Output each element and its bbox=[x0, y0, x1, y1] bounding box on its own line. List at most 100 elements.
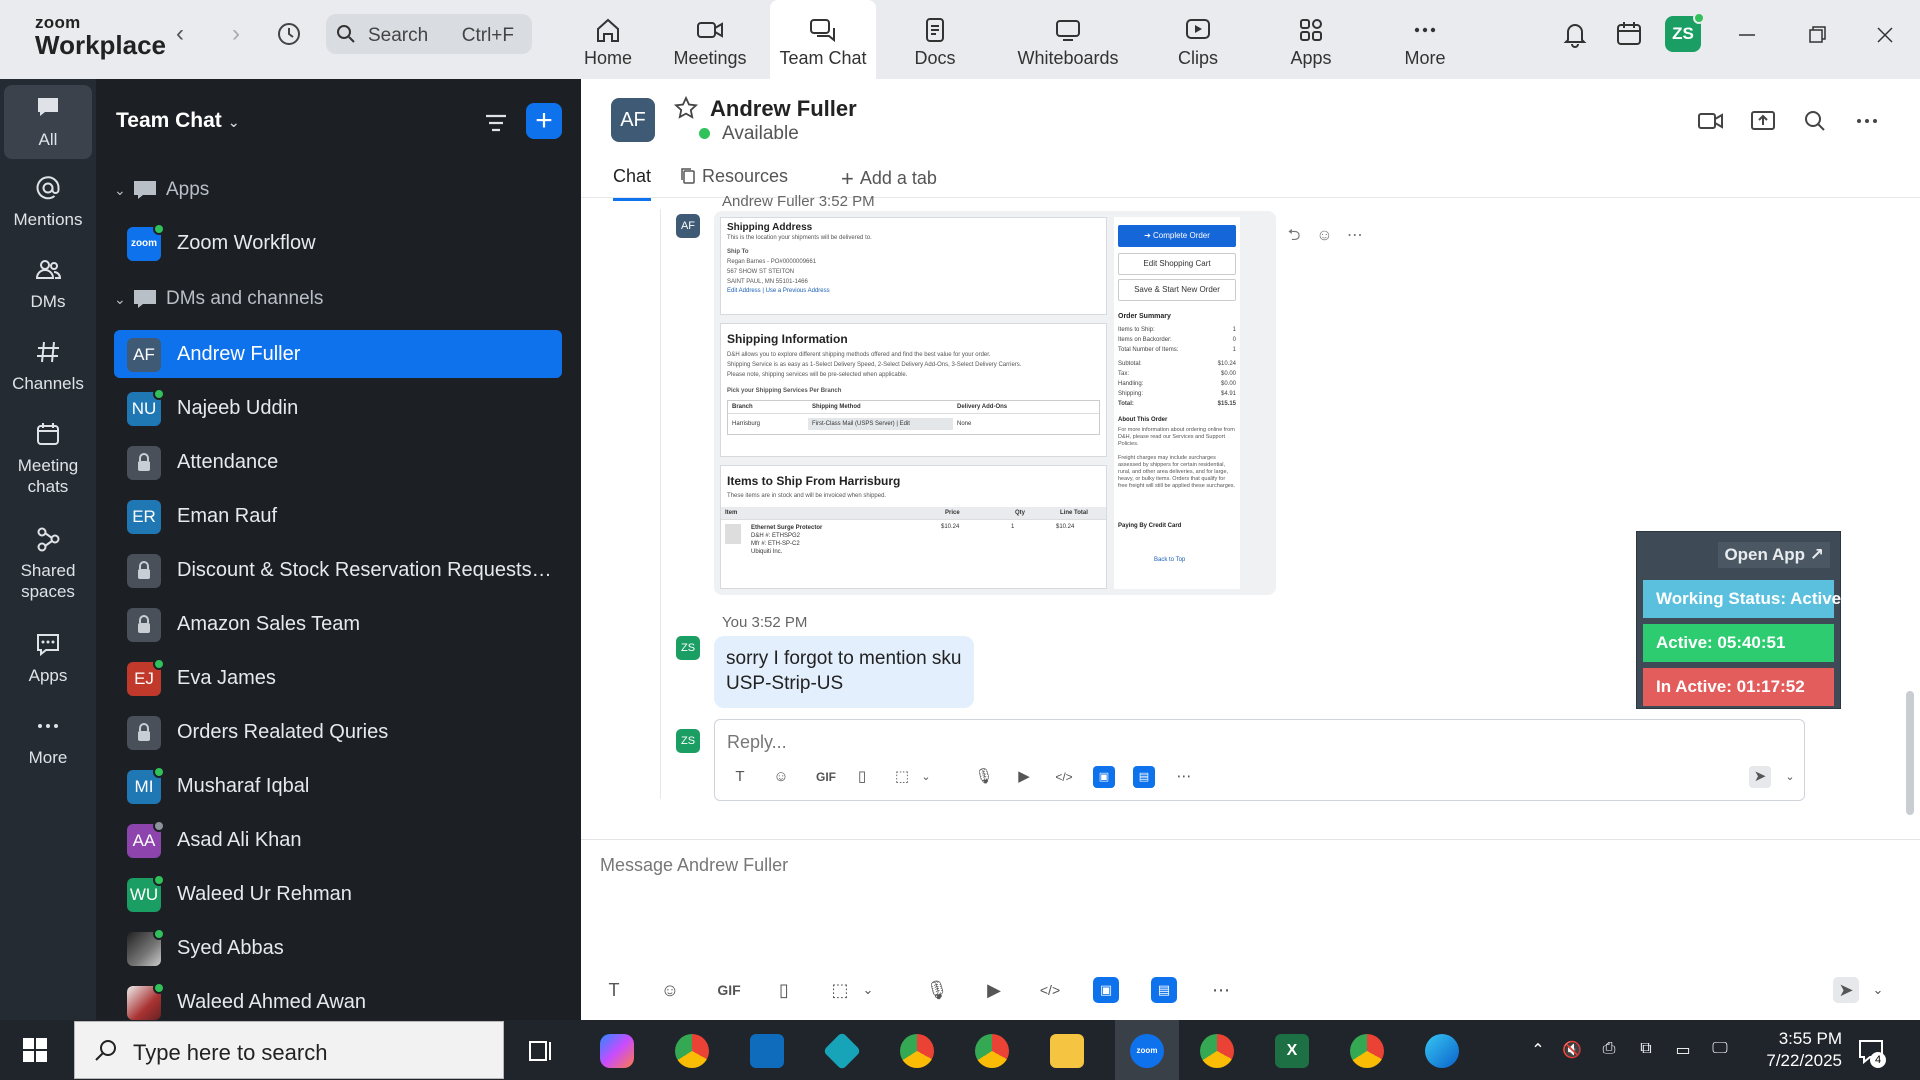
screenshot-icon[interactable]: ⬚ bbox=[891, 766, 913, 788]
chrome-profile-icon[interactable] bbox=[1350, 1034, 1384, 1068]
rail-item-shared-spaces[interactable]: Shared spaces bbox=[4, 524, 92, 602]
outlook-icon[interactable] bbox=[750, 1034, 784, 1068]
rail-item-dms[interactable]: DMs bbox=[4, 255, 92, 312]
app-diamond-icon[interactable] bbox=[822, 1031, 862, 1071]
message-bubble[interactable]: sorry I forgot to mention sku USP-Strip-… bbox=[714, 636, 974, 708]
reply-input[interactable]: Reply... T ☺ GIF ▯ ⬚ ⌄ 🎙 ▶ </> ▣ ▤ ⋯ ➤ ⌄ bbox=[714, 719, 1805, 801]
zoom-app-icon[interactable]: zoom bbox=[1130, 1034, 1164, 1068]
screenshot-attachment[interactable]: Shipping Address This is the location yo… bbox=[714, 211, 1276, 595]
user-avatar[interactable]: ZS bbox=[1665, 12, 1705, 52]
rail-item-all[interactable]: All bbox=[4, 85, 92, 159]
chevron-down-icon[interactable]: ⌄ bbox=[1779, 766, 1801, 788]
star-icon[interactable] bbox=[673, 95, 699, 121]
new-chat-plus-icon[interactable]: + bbox=[526, 103, 562, 139]
chevron-down-icon[interactable]: ⌄ bbox=[1865, 977, 1891, 1003]
tab-team-chat[interactable]: Team Chat bbox=[770, 0, 876, 79]
code-snippet-icon[interactable]: </> bbox=[1037, 977, 1063, 1003]
tab-clips[interactable]: Clips bbox=[1160, 0, 1236, 79]
meet-now-icon[interactable]: ⎙ bbox=[1598, 1040, 1620, 1062]
compose-placeholder[interactable]: Message Andrew Fuller bbox=[600, 855, 788, 876]
edge-icon[interactable] bbox=[1425, 1034, 1459, 1068]
video-call-icon[interactable] bbox=[1697, 107, 1725, 135]
sidebar-item-asad-ali-khan[interactable]: AA Asad Ali Khan bbox=[114, 816, 562, 864]
code-snippet-icon[interactable]: </> bbox=[1053, 766, 1075, 788]
taskbar-search[interactable]: Type here to search bbox=[74, 1021, 504, 1079]
chrome-profile-icon[interactable] bbox=[975, 1034, 1009, 1068]
more-dots-icon[interactable]: ⋯ bbox=[1208, 977, 1234, 1003]
sidebar-title[interactable]: Team Chat ⌄ bbox=[116, 109, 240, 133]
close-icon[interactable] bbox=[1870, 20, 1900, 50]
gif-icon[interactable]: GIF bbox=[711, 977, 747, 1003]
more-dots-icon[interactable] bbox=[1853, 107, 1881, 135]
sidebar-item-discount-stock[interactable]: Discount & Stock Reservation Requests O.… bbox=[114, 546, 562, 594]
chrome-icon[interactable] bbox=[675, 1034, 709, 1068]
app-icon[interactable]: ▤ bbox=[1151, 977, 1177, 1003]
file-explorer-icon[interactable] bbox=[1050, 1034, 1084, 1068]
calendar-icon[interactable] bbox=[1613, 18, 1645, 50]
copilot-icon[interactable] bbox=[600, 1034, 634, 1068]
contact-name[interactable]: Andrew Fuller bbox=[710, 96, 857, 122]
file-icon[interactable]: ▯ bbox=[771, 977, 797, 1003]
open-app-button[interactable]: Open App ↗ bbox=[1718, 542, 1830, 568]
taskbar-clock[interactable]: 3:55 PM 7/22/2025 bbox=[1742, 1028, 1842, 1072]
section-apps[interactable]: ⌄ Apps bbox=[114, 178, 209, 208]
sidebar-item-orders-realated-quries[interactable]: Orders Realated Quries bbox=[114, 708, 562, 756]
sidebar-item-andrew-fuller[interactable]: AF Andrew Fuller bbox=[114, 330, 562, 378]
text-format-icon[interactable]: T bbox=[729, 766, 751, 788]
tab-home[interactable]: Home bbox=[566, 0, 650, 79]
reply-thread-icon[interactable]: ⮌ bbox=[1283, 224, 1305, 246]
sidebar-item-eva-james[interactable]: EJ Eva James bbox=[114, 654, 562, 702]
windows-start-icon[interactable] bbox=[22, 1037, 48, 1063]
sidebar-item-amazon-sales-team[interactable]: Amazon Sales Team bbox=[114, 600, 562, 648]
chevron-down-icon[interactable]: ⌄ bbox=[915, 766, 937, 788]
back-arrow-icon[interactable]: ‹ bbox=[168, 22, 192, 46]
sidebar-item-waleed-ur-rehman[interactable]: WU Waleed Ur Rehman bbox=[114, 870, 562, 918]
sidebar-item-syed-abbas[interactable]: Syed Abbas bbox=[114, 924, 562, 972]
rail-item-mentions[interactable]: Mentions bbox=[4, 173, 92, 230]
forward-arrow-icon[interactable]: › bbox=[224, 22, 248, 46]
notification-center-icon[interactable]: 4 bbox=[1856, 1036, 1886, 1071]
sidebar-item-musharaf-iqbal[interactable]: MI Musharaf Iqbal bbox=[114, 762, 562, 810]
tab-apps[interactable]: Apps bbox=[1275, 0, 1347, 79]
file-icon[interactable]: ▯ bbox=[851, 766, 873, 788]
tab-resources[interactable]: Resources bbox=[679, 166, 788, 187]
scrollbar[interactable] bbox=[1906, 691, 1914, 815]
app-icon[interactable]: ▣ bbox=[1093, 766, 1115, 788]
restore-icon[interactable] bbox=[1802, 20, 1832, 50]
more-dots-icon[interactable]: ⋯ bbox=[1344, 225, 1366, 247]
tab-meetings[interactable]: Meetings bbox=[665, 0, 755, 79]
minimize-icon[interactable] bbox=[1732, 20, 1762, 50]
add-reaction-icon[interactable]: ☺ bbox=[1313, 227, 1335, 249]
text-format-icon[interactable]: T bbox=[601, 977, 627, 1003]
chevron-down-icon[interactable]: ⌄ bbox=[855, 977, 881, 1003]
excel-icon[interactable]: X bbox=[1275, 1034, 1309, 1068]
network-icon[interactable]: 🖵 bbox=[1709, 1040, 1731, 1062]
speaker-muted-icon[interactable]: 🔇 bbox=[1561, 1040, 1583, 1062]
emoji-icon[interactable]: ☺ bbox=[770, 766, 792, 788]
rail-item-more[interactable]: More bbox=[4, 711, 92, 768]
section-dms-and-channels[interactable]: ⌄ DMs and channels bbox=[114, 287, 323, 317]
sidebar-item-waleed-ahmed-awan[interactable]: Waleed Ahmed Awan bbox=[114, 978, 562, 1020]
sidebar-item-eman-rauf[interactable]: ER Eman Rauf bbox=[114, 492, 562, 540]
more-dots-icon[interactable]: ⋯ bbox=[1173, 766, 1195, 788]
video-message-icon[interactable]: ▶ bbox=[981, 977, 1007, 1003]
tab-docs[interactable]: Docs bbox=[895, 0, 975, 79]
battery-icon[interactable]: ▭ bbox=[1672, 1040, 1694, 1062]
rail-item-channels[interactable]: Channels bbox=[4, 337, 92, 394]
sidebar-item-attendance[interactable]: Attendance bbox=[114, 438, 562, 486]
add-a-tab-button[interactable]: + Add a tab bbox=[841, 166, 937, 192]
send-icon[interactable]: ➤ bbox=[1749, 766, 1771, 788]
tab-whiteboards[interactable]: Whiteboards bbox=[1010, 0, 1126, 79]
app-icon[interactable]: ▤ bbox=[1133, 766, 1155, 788]
chevron-up-icon[interactable]: ⌃ bbox=[1527, 1040, 1549, 1062]
chrome-icon[interactable] bbox=[1200, 1034, 1234, 1068]
task-view-icon[interactable] bbox=[524, 1034, 558, 1068]
screen-record-icon[interactable]: ⧉ bbox=[1635, 1040, 1657, 1062]
bell-icon[interactable] bbox=[1559, 18, 1591, 50]
video-message-icon[interactable]: ▶ bbox=[1013, 766, 1035, 788]
chrome-profile-icon[interactable] bbox=[900, 1034, 934, 1068]
microphone-icon[interactable]: 🎙 bbox=[924, 977, 950, 1003]
rail-item-apps[interactable]: Apps bbox=[4, 629, 92, 686]
sidebar-item-najeeb-uddin[interactable]: NU Najeeb Uddin bbox=[114, 384, 562, 432]
search-icon[interactable] bbox=[1801, 107, 1829, 135]
